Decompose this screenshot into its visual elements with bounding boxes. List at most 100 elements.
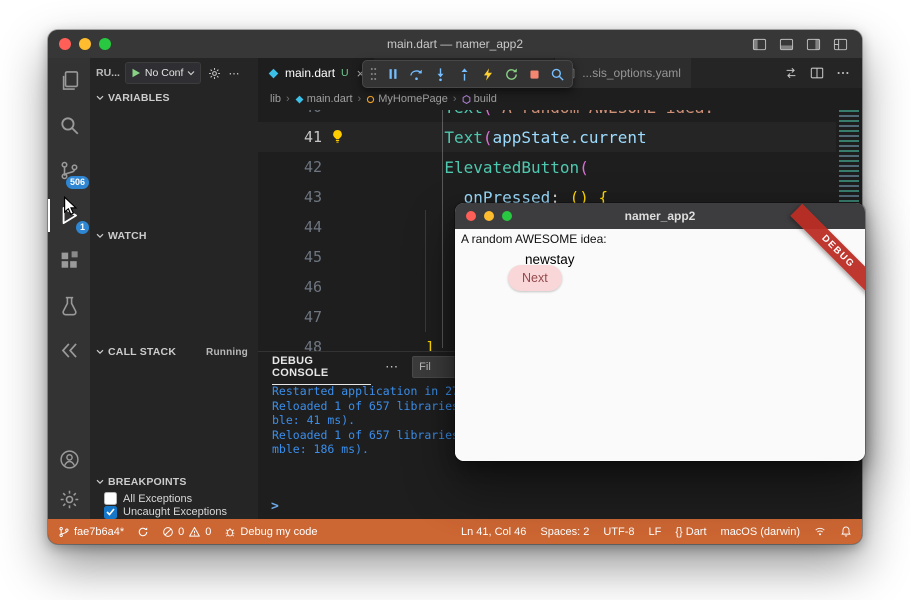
pause-icon[interactable] (386, 67, 400, 81)
launch-config-dropdown[interactable]: No Conf (125, 62, 202, 84)
step-into-icon[interactable] (433, 67, 448, 82)
breakpoint-label: Uncaught Exceptions (123, 506, 227, 518)
tab-main-dart[interactable]: main.dart U × (258, 58, 374, 88)
sidebar-item-run-debug[interactable]: 1 (48, 193, 90, 238)
sidebar-item-search[interactable] (48, 103, 90, 148)
app-content: A random AWESOME idea: newstay Next DEBU… (455, 229, 865, 461)
restart-icon[interactable] (504, 67, 519, 82)
code-line[interactable]: 42 ElevatedButton( (258, 152, 862, 182)
problems-item[interactable]: 0 0 (162, 526, 211, 538)
split-editor-icon[interactable] (810, 66, 824, 80)
line-number[interactable]: 45 (258, 248, 348, 266)
gear-icon (59, 489, 80, 510)
accounts-button[interactable] (48, 439, 90, 479)
chevron-down-icon (96, 233, 104, 239)
more-actions-icon[interactable] (836, 66, 850, 80)
customize-layout-icon[interactable] (833, 37, 848, 52)
breadcrumb-lib[interactable]: lib (270, 93, 281, 105)
toggle-panel-icon[interactable] (779, 37, 794, 52)
call-stack-section-header[interactable]: CALL STACK Running (90, 342, 258, 362)
branch-icon (58, 526, 70, 538)
breadcrumb-main-dart[interactable]: main.dart (295, 93, 353, 105)
tab-label: main.dart (285, 66, 335, 80)
language-mode-item[interactable]: {} Dart (675, 526, 706, 538)
launch-config-label: No Conf (145, 67, 184, 79)
line-number[interactable]: 40 (258, 110, 348, 116)
tab-analysis-options[interactable]: ...sis_options.yaml (554, 58, 691, 88)
sidebar-item-source-control[interactable]: 506 (48, 148, 90, 193)
lightbulb-icon[interactable] (330, 129, 345, 145)
eol-item[interactable]: LF (649, 526, 662, 538)
breakpoint-all-exceptions[interactable]: All Exceptions (90, 492, 258, 506)
debug-settings-gear-icon[interactable] (208, 67, 221, 80)
console-prompt[interactable]: > (271, 499, 279, 514)
next-button[interactable]: Next (508, 265, 562, 291)
start-debug-icon[interactable] (131, 68, 141, 78)
toggle-secondary-sidebar-icon[interactable] (806, 37, 821, 52)
settings-button[interactable] (48, 479, 90, 519)
breakpoints-section-header[interactable]: BREAKPOINTS (90, 472, 258, 492)
watch-body (90, 246, 258, 342)
drag-handle-icon[interactable] (370, 67, 377, 81)
checkbox-unchecked[interactable] (104, 492, 117, 505)
step-out-icon[interactable] (457, 67, 472, 82)
panel-more-actions[interactable]: ⋯ (385, 359, 398, 375)
error-icon (162, 526, 174, 538)
line-number[interactable]: 46 (258, 278, 348, 296)
breadcrumb-myhomepage[interactable]: MyHomePage (366, 93, 448, 105)
sidebar-item-references[interactable] (48, 328, 90, 373)
line-number[interactable]: 42 (258, 158, 348, 176)
git-branch-item[interactable]: fae7b6a4* (58, 526, 124, 538)
line-number[interactable]: 43 (258, 188, 348, 206)
variables-body (90, 108, 258, 226)
code-line-current[interactable]: 41 Text(appState.current (258, 122, 862, 152)
breakpoint-uncaught-exceptions[interactable]: Uncaught Exceptions (90, 506, 258, 520)
activity-bar: 506 1 (48, 58, 90, 519)
line-number[interactable]: 47 (258, 308, 348, 326)
sidebar-more-actions[interactable]: ⋯ (228, 67, 239, 80)
sidebar-item-testing[interactable] (48, 283, 90, 328)
debug-session-item[interactable]: Debug my code (224, 526, 317, 538)
toggle-sidebar-icon[interactable] (752, 37, 767, 52)
breadcrumb: lib › main.dart › MyHomePage › build (258, 88, 862, 110)
tab-bar: main.dart U × ...sis_options.yaml (258, 58, 862, 88)
code-line[interactable]: 40 Text('A random AWESOME idea:' (258, 110, 862, 122)
call-stack-label: CALL STACK (108, 346, 176, 358)
minimize-window-button[interactable] (79, 38, 91, 50)
encoding-item[interactable]: UTF-8 (603, 526, 634, 538)
watch-section-header[interactable]: WATCH (90, 226, 258, 246)
git-status-badge: U (341, 67, 349, 79)
breadcrumb-separator: › (286, 93, 290, 105)
cursor-position-item[interactable]: Ln 41, Col 46 (461, 526, 526, 538)
extensions-icon (59, 250, 80, 271)
stop-icon[interactable] (528, 68, 541, 81)
notifications-bell-icon[interactable] (840, 525, 852, 538)
dart-file-icon (295, 95, 304, 104)
tab-label: ...sis_options.yaml (582, 66, 681, 80)
maximize-window-button[interactable] (99, 38, 111, 50)
tab-debug-console[interactable]: DEBUG CONSOLE (272, 349, 371, 385)
sidebar-item-extensions[interactable] (48, 238, 90, 283)
compare-changes-icon[interactable] (784, 66, 798, 80)
hot-reload-icon[interactable] (481, 67, 495, 82)
watch-label: WATCH (108, 230, 147, 242)
window-title: main.dart — namer_app2 (48, 37, 862, 51)
sidebar-item-explorer[interactable] (48, 58, 90, 103)
checkbox-checked[interactable] (104, 506, 117, 519)
status-bar: fae7b6a4* 0 0 Debug my code Ln 41, Col 4… (48, 519, 862, 544)
indentation-item[interactable]: Spaces: 2 (540, 526, 589, 538)
line-number[interactable]: 44 (258, 218, 348, 236)
check-icon (106, 508, 115, 516)
chevron-down-icon (96, 349, 104, 355)
close-window-button[interactable] (59, 38, 71, 50)
variables-section-header[interactable]: VARIABLES (90, 88, 258, 108)
os-indicator-item[interactable]: macOS (darwin) (721, 526, 800, 538)
titlebar[interactable]: main.dart — namer_app2 (48, 30, 862, 58)
sync-item[interactable] (137, 526, 149, 538)
double-chevron-icon (59, 340, 80, 361)
breadcrumb-build[interactable]: build (462, 93, 497, 105)
breakpoint-label: All Exceptions (123, 493, 192, 505)
step-over-icon[interactable] (409, 67, 424, 82)
remote-indicator-icon[interactable] (814, 526, 826, 538)
widget-inspector-icon[interactable] (550, 67, 565, 82)
